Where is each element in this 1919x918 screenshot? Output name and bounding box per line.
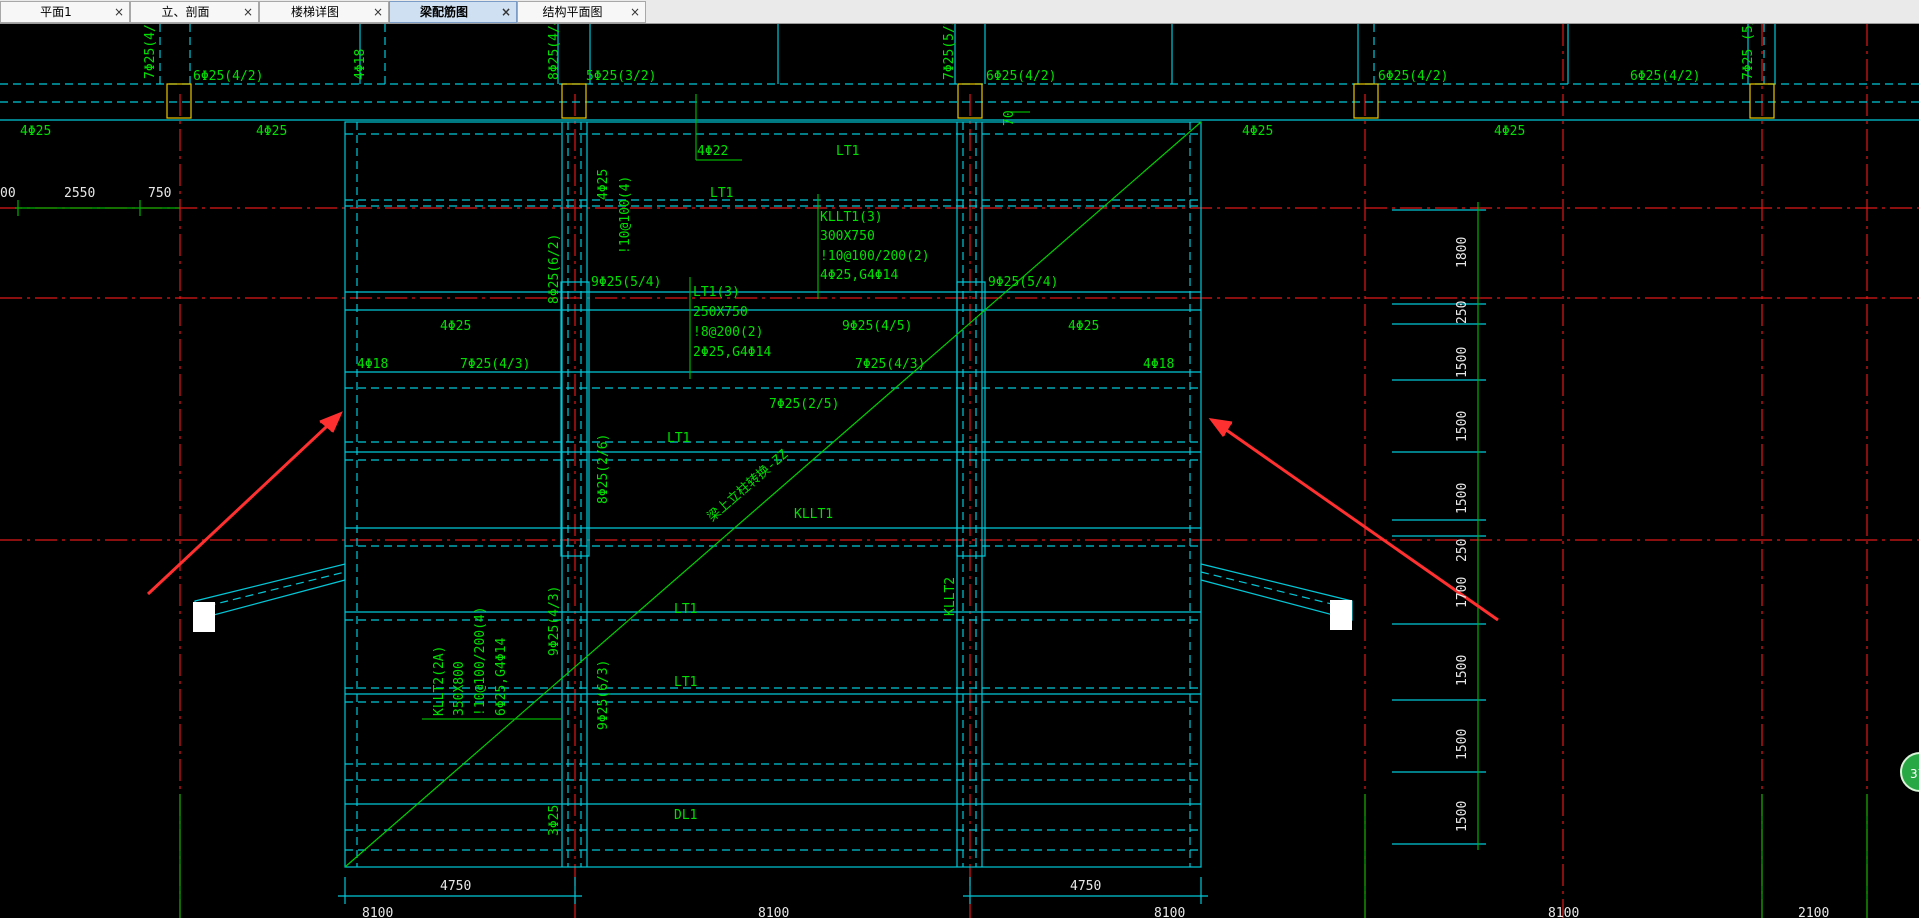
label-v4-25: 4Φ25 <box>596 169 611 200</box>
label-top-e: 7Φ25(5/2 <box>942 24 957 80</box>
dim-right: 1700 <box>1455 577 1470 608</box>
close-icon[interactable]: × <box>114 2 124 22</box>
label-top-b: 4Φ18 <box>353 49 368 80</box>
kllt2-size: 350X800 <box>452 661 467 716</box>
tab-label: 结构平面图 <box>542 5 603 19</box>
label-top-col1: 7Φ25(4/ <box>143 24 158 79</box>
label-l9-25: 9Φ25(5/4) <box>591 275 661 290</box>
dim-left: 00 <box>0 186 16 201</box>
tab-plan-1[interactable]: 平面1 × <box>0 1 130 23</box>
label-v9-25b: 9Φ25(6/3) <box>596 660 611 730</box>
beam-lt1-2: LT1 <box>710 186 733 201</box>
label-top-g: 6Φ25(4/2) <box>1378 69 1448 84</box>
label-m7-25: 7Φ25(2/5) <box>769 397 839 412</box>
label-m9-25: 9Φ25(4/5) <box>842 319 912 334</box>
beam-kllt1: KLLT1 <box>794 507 833 522</box>
label-top-d: 5Φ25(3/2) <box>586 69 656 84</box>
dim-left: 2550 <box>64 186 95 201</box>
tab-label: 楼梯详图 <box>290 5 339 19</box>
beam-lt1-low: LT1 <box>674 602 697 617</box>
dim-bottom: 4750 <box>440 879 471 894</box>
label-top-c: 8Φ25(4/4 <box>547 24 562 80</box>
kllt1-3: KLLT1(3) <box>820 210 883 225</box>
dim-right: 1500 <box>1455 347 1470 378</box>
close-icon[interactable]: × <box>373 2 383 22</box>
kllt1-stirrup: !10@100/200(2) <box>820 249 930 264</box>
beam-lt1-low2: LT1 <box>674 675 697 690</box>
label-v3-25: 3Φ25 <box>547 805 562 836</box>
dim-right: 1500 <box>1455 801 1470 832</box>
axis-dim: 8100 <box>362 906 393 918</box>
close-icon[interactable]: × <box>243 2 253 22</box>
tab-stair-detail[interactable]: 楼梯详图 × <box>259 1 389 23</box>
dim-left: 750 <box>148 186 171 201</box>
tab-label: 平面1 <box>40 5 72 19</box>
close-icon[interactable]: × <box>630 2 640 22</box>
label-top-h: 6Φ25(4/2) <box>1630 69 1700 84</box>
beam-kllt2: KLLT2 <box>943 577 958 616</box>
lt1-stirrup: !8@200(2) <box>693 325 763 340</box>
kllt2-stirrup: !10@100/200(4) <box>473 606 488 716</box>
label-top-f: 6Φ25(4/2) <box>986 69 1056 84</box>
dim-right: 1500 <box>1455 729 1470 760</box>
green-grid-lines <box>179 794 1868 918</box>
row4-label: 4Φ25 <box>20 124 51 139</box>
row4-label: 4Φ25 <box>1494 124 1525 139</box>
dim-right: 1800 <box>1455 237 1470 268</box>
label-v-10: !10@100(4) <box>618 176 633 254</box>
label-4-22: 4Φ22 <box>697 144 728 159</box>
tab-beam-reinforcement[interactable]: 梁配筋图 × <box>389 1 517 23</box>
drawing-tab-bar: 平面1 × 立、剖面 × 楼梯详图 × 梁配筋图 × 结构平面图 × <box>0 0 1919 24</box>
label-r4-18: 4Φ18 <box>1143 357 1174 372</box>
lt1-3: LT1(3) <box>693 285 740 300</box>
label-r7-25: 7Φ25(4/3) <box>855 357 925 372</box>
dim-70: 70 <box>1002 110 1017 126</box>
beam-lt1-mid: LT1 <box>667 431 690 446</box>
kllt2-2a: KLLT2(2A) <box>432 646 447 716</box>
dim-right: 250 <box>1455 301 1470 324</box>
label-v8-25b: 8Φ25(2/6) <box>596 434 611 504</box>
dim-bottom: 4750 <box>1070 879 1101 894</box>
beam-lt1-top: LT1 <box>836 144 859 159</box>
dim-right: 1500 <box>1455 483 1470 514</box>
cad-drawing-canvas[interactable]: 7Φ25(4/ 6Φ25(4/2) 4Φ18 8Φ25(4/4 5Φ25(3/2… <box>0 24 1919 918</box>
axis-dim: 2100 <box>1798 906 1829 918</box>
label-top-i: 7Φ25 (5/ <box>1741 24 1756 80</box>
label-v9-25a: 9Φ25(4/3) <box>547 586 562 656</box>
tab-elevation-section[interactable]: 立、剖面 × <box>130 1 259 23</box>
axis-dim: 8100 <box>1154 906 1185 918</box>
row4-label: 4Φ25 <box>256 124 287 139</box>
cantilever-end-left <box>193 602 215 632</box>
tab-structure-plan[interactable]: 结构平面图 × <box>517 1 646 23</box>
lt1-g: 2Φ25,G4Φ14 <box>693 345 771 360</box>
dim-right: 1500 <box>1455 411 1470 442</box>
label-l4-18: 4Φ18 <box>357 357 388 372</box>
label-v8-25: 8Φ25(6/2) <box>547 234 562 304</box>
red-axis-lines <box>0 24 1919 918</box>
dim-right: 250 <box>1455 539 1470 562</box>
tab-label: 立、剖面 <box>161 5 210 19</box>
cantilever-end-right <box>1330 600 1352 630</box>
tab-label: 梁配筋图 <box>419 5 468 19</box>
label-r9-25: 9Φ25(5/4) <box>988 275 1058 290</box>
close-icon[interactable]: × <box>501 2 511 22</box>
dim-right: 1500 <box>1455 655 1470 686</box>
kllt1-g: 4Φ25,G4Φ14 <box>820 268 898 283</box>
axis-dim: 8100 <box>1548 906 1579 918</box>
lt1-size: 250X750 <box>693 305 748 320</box>
label-l4-25: 4Φ25 <box>440 319 471 334</box>
label-top-a: 6Φ25(4/2) <box>193 69 263 84</box>
row4-label: 4Φ25 <box>1242 124 1273 139</box>
kllt1-size: 300X750 <box>820 229 875 244</box>
kllt2-g: 6Φ25,G4Φ14 <box>494 638 509 716</box>
beam-dl1: DL1 <box>674 808 697 823</box>
transfer-diagonal <box>344 121 1202 868</box>
label-r4-25: 4Φ25 <box>1068 319 1099 334</box>
axis-dim: 8100 <box>758 906 789 918</box>
label-l7-25: 7Φ25(4/3) <box>460 357 530 372</box>
diagonal-label: 梁上立柱转换-ZZ <box>705 447 792 525</box>
